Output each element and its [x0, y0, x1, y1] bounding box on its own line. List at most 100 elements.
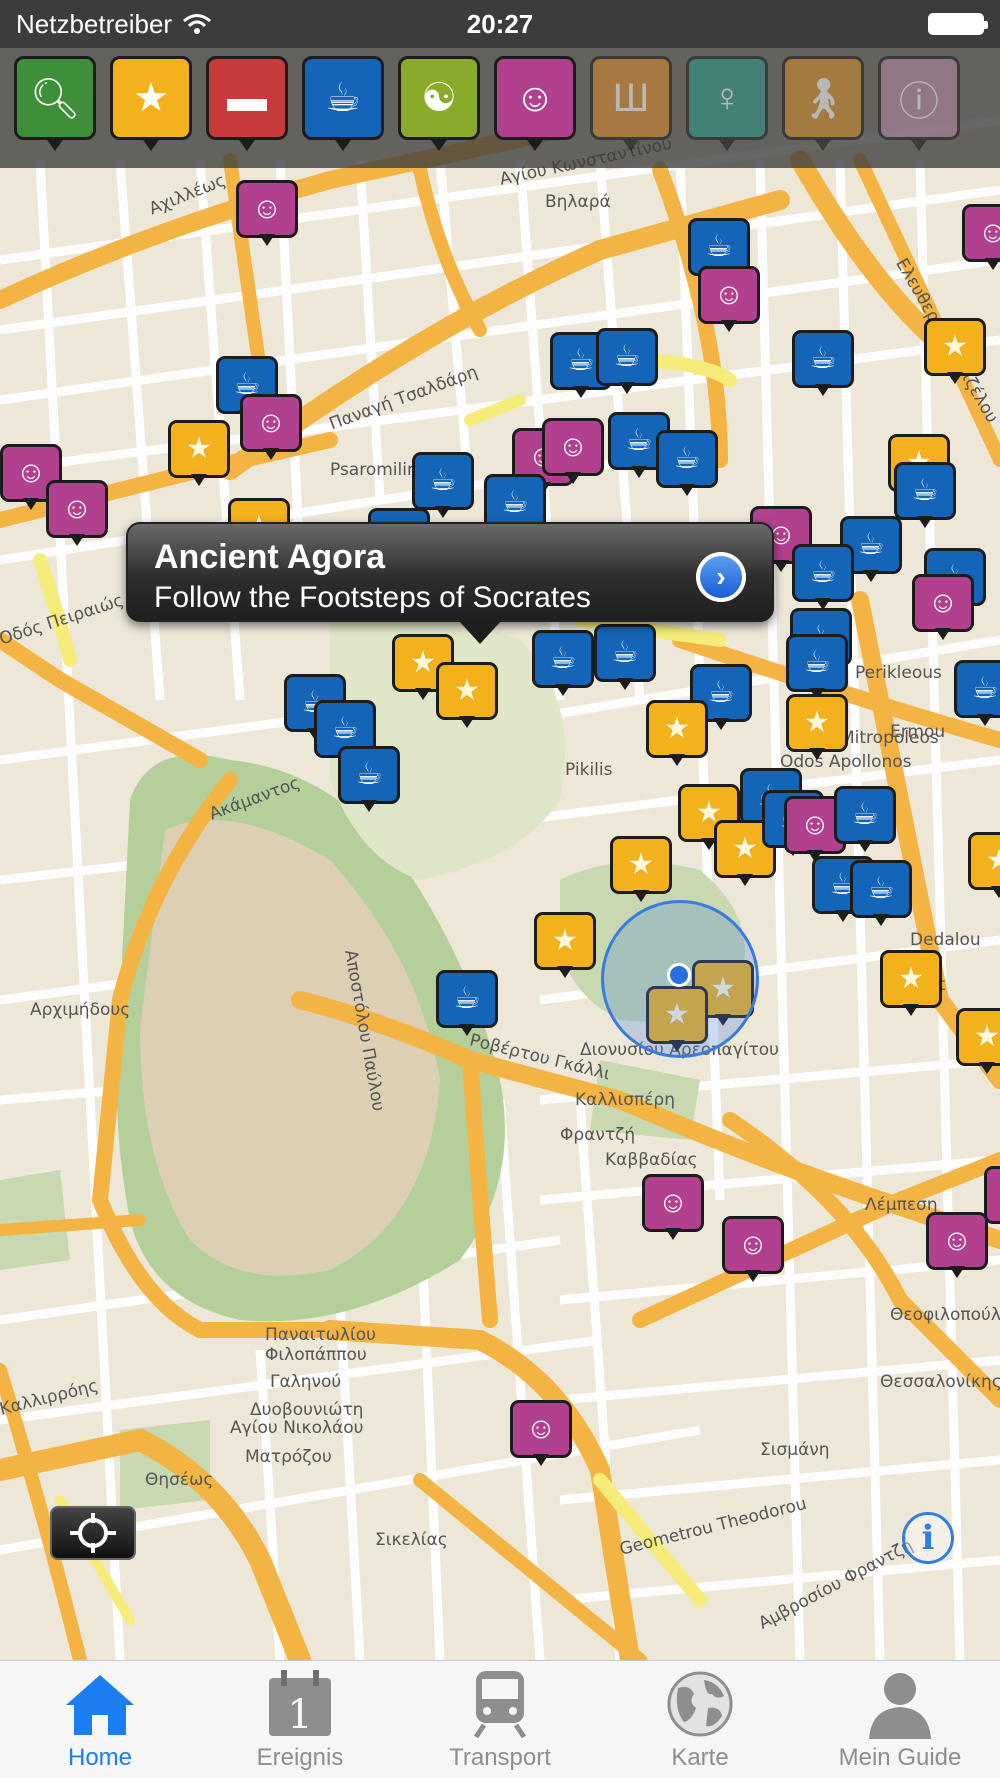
poi-marker-cafe[interactable]: ☕︎ — [894, 462, 956, 532]
poi-marker-theater[interactable]: ☺ — [912, 574, 974, 644]
poi-marker-badge: ★ — [534, 912, 596, 970]
poi-marker-ticket[interactable]: ★ — [786, 694, 848, 764]
callout-detail-button[interactable]: › — [696, 552, 746, 602]
category-nightlife-button[interactable]: ♀ — [686, 56, 768, 156]
map-view[interactable]: ΑχιλλέωςΑγίου ΚωνσταντίνουΒηλαράΠαναγή Τ… — [0, 0, 1000, 1660]
poi-marker-theater[interactable]: ☺ — [926, 1212, 988, 1282]
poi-marker-ticket[interactable]: ★ — [168, 420, 230, 490]
poi-marker-theater[interactable]: ☺ — [240, 394, 302, 464]
poi-marker-ticket[interactable]: ★ — [880, 950, 942, 1020]
poi-marker-ticket[interactable]: ★ — [610, 836, 672, 906]
category-museums-button[interactable]: Ш — [590, 56, 672, 156]
theater-masks-icon: ☺ — [15, 456, 47, 489]
poi-marker-tail — [809, 748, 825, 760]
bed-icon: ▬ — [227, 75, 267, 120]
category-info-button[interactable]: ⓘ — [878, 56, 960, 156]
poi-marker-theater[interactable]: ☺ — [46, 480, 108, 550]
poi-marker-theater[interactable]: ☺ — [984, 1166, 1000, 1236]
coffee-cup-icon: ☕︎ — [707, 676, 735, 709]
street-label: Γαληνού — [270, 1372, 342, 1392]
poi-marker-badge: ☕︎ — [436, 970, 498, 1028]
poi-marker-tail — [669, 754, 685, 766]
poi-marker-cafe[interactable]: ☕︎ — [532, 630, 594, 700]
poi-marker-cafe[interactable]: ☕︎ — [850, 860, 912, 930]
map-info-button[interactable]: i — [902, 1512, 954, 1564]
poi-marker-ticket[interactable]: ★ — [534, 912, 596, 982]
poi-marker-tail — [415, 688, 431, 700]
category-hotels-button[interactable]: ▬ — [206, 56, 288, 156]
poi-marker-badge: ☕︎ — [792, 544, 854, 602]
poi-marker-tail — [835, 910, 851, 922]
poi-callout[interactable]: Ancient Agora Follow the Footsteps of So… — [126, 522, 774, 644]
poi-marker-badge: ☕︎ — [792, 330, 854, 388]
category-events-button[interactable]: ★ — [110, 56, 192, 156]
poi-marker-tail — [619, 382, 635, 394]
poi-marker-tail — [361, 800, 377, 812]
person-icon — [860, 1668, 940, 1740]
tab-karte[interactable]: Karte — [600, 1661, 800, 1778]
tab-home[interactable]: Home — [0, 1661, 200, 1778]
category-search-button[interactable]: 🔍︎ — [14, 56, 96, 156]
tab-mein-guide[interactable]: Mein Guide — [800, 1661, 1000, 1778]
poi-marker-theater[interactable]: ☺ — [510, 1400, 572, 1470]
poi-marker-cafe[interactable]: ☕︎ — [792, 330, 854, 400]
poi-marker-badge: ☺ — [912, 574, 974, 632]
category-cafes-button[interactable]: ☕︎ — [302, 56, 384, 156]
poi-marker-tail — [533, 1454, 549, 1466]
street-label: Mitropoleos — [840, 728, 939, 748]
category-theater-button[interactable]: ☺ — [494, 56, 576, 156]
category-pin-tail — [813, 137, 833, 151]
poi-marker-ticket[interactable]: ★ — [924, 318, 986, 388]
user-location-dot — [667, 963, 691, 987]
poi-marker-theater[interactable]: ☺ — [722, 1216, 784, 1286]
poi-marker-theater[interactable]: ☺ — [698, 266, 760, 336]
dancer-icon: ♀ — [712, 75, 742, 120]
callout-title: Ancient Agora — [154, 538, 386, 576]
poi-marker-badge: ★ — [968, 832, 1000, 890]
callout-pointer — [458, 620, 502, 644]
poi-marker-tail — [633, 890, 649, 902]
poi-marker-theater[interactable]: ☺ — [236, 180, 298, 250]
poi-marker-cafe[interactable]: ☕︎ — [338, 746, 400, 816]
coffee-cup-icon: ☕︎ — [429, 464, 457, 497]
poi-marker-badge: ★ — [610, 836, 672, 894]
street-label: Αρχιμήδους — [30, 1000, 131, 1020]
theater-masks-icon: ☺ — [927, 586, 959, 619]
locate-me-button[interactable] — [50, 1506, 136, 1560]
poi-marker-cafe[interactable]: ☕︎ — [954, 660, 1000, 730]
poi-marker-cafe[interactable]: ☕︎ — [656, 430, 718, 500]
poi-marker-cafe[interactable]: ☕︎ — [594, 624, 656, 694]
tickets-icon: ★ — [453, 674, 481, 707]
poi-marker-tail — [979, 1062, 995, 1074]
poi-marker-ticket[interactable]: ★ — [646, 700, 708, 770]
category-hiking-button[interactable]: 🚶︎ — [782, 56, 864, 156]
poi-marker-ticket[interactable]: ★ — [436, 662, 498, 732]
coffee-cup-icon: ☕︎ — [549, 642, 577, 675]
poi-marker-cafe[interactable]: ☕︎ — [436, 970, 498, 1040]
poi-marker-badge: ☕︎ — [786, 634, 848, 692]
tab-ereignis[interactable]: 1 Ereignis — [200, 1661, 400, 1778]
poi-marker-ticket[interactable]: ★ — [968, 832, 1000, 902]
category-wellness-button[interactable]: ☯ — [398, 56, 480, 156]
tab-transport[interactable]: Transport — [400, 1661, 600, 1778]
carrier-name: Netzbetreiber — [16, 8, 173, 39]
tab-label: Karte — [671, 1744, 729, 1771]
poi-marker-theater[interactable]: ☺ — [642, 1174, 704, 1244]
coffee-cup-icon: ☕︎ — [673, 442, 701, 475]
tickets-icon: ★ — [663, 712, 691, 745]
poi-marker-cafe[interactable]: ☕︎ — [834, 786, 896, 856]
poi-marker-ticket[interactable]: ★ — [956, 1008, 1000, 1078]
street-label: Dedalou — [910, 930, 981, 950]
poi-marker-cafe[interactable]: ☕︎ — [792, 544, 854, 614]
poi-marker-tail — [721, 320, 737, 332]
poi-marker-badge: ☺ — [642, 1174, 704, 1232]
info-icon: ⓘ — [899, 80, 939, 124]
poi-marker-tail — [737, 874, 753, 886]
poi-marker-tail — [815, 384, 831, 396]
poi-marker-theater[interactable]: ☺ — [962, 204, 1000, 274]
poi-marker-badge: ☕︎ — [850, 860, 912, 918]
theater-masks-icon: ☺ — [737, 1228, 769, 1261]
poi-marker-theater[interactable]: ☺ — [542, 418, 604, 488]
poi-marker-tail — [773, 560, 789, 572]
poi-marker-cafe[interactable]: ☕︎ — [596, 328, 658, 398]
